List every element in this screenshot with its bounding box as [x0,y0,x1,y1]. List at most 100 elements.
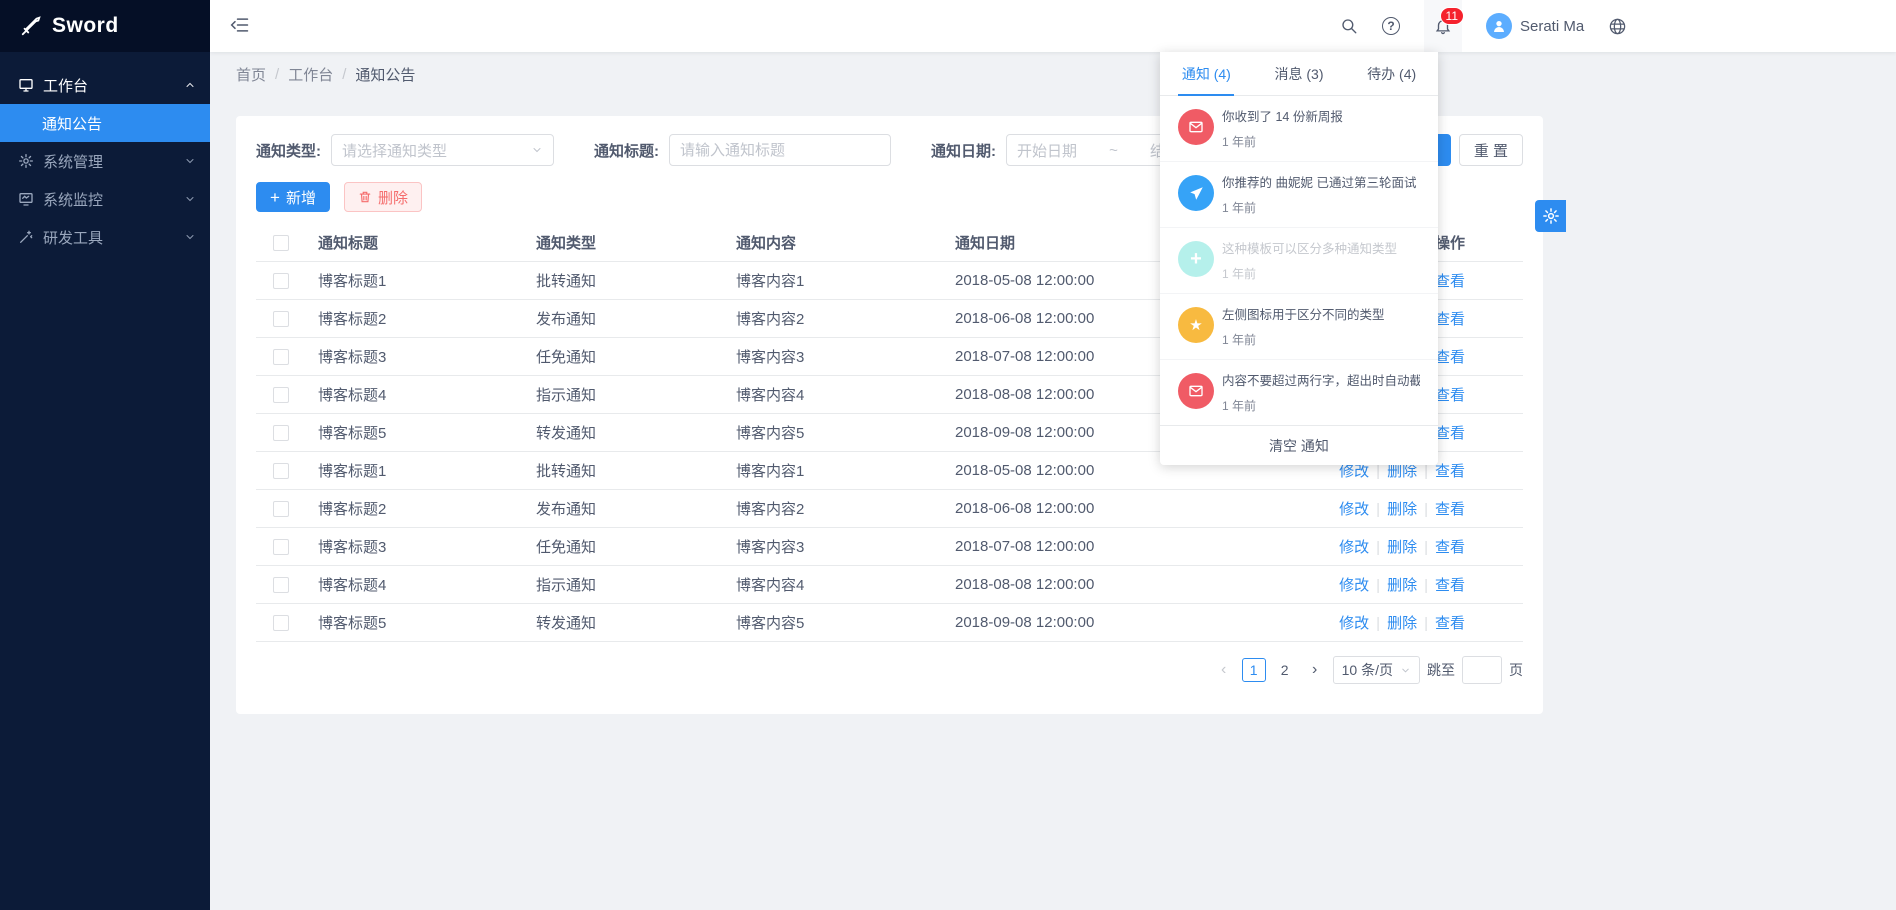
notification-item[interactable]: +这种模板可以区分多种通知类型1 年前 [1160,228,1438,294]
notification-time: 1 年前 [1222,199,1416,216]
row-action-view[interactable]: 查看 [1435,311,1465,328]
star-icon: ★ [1178,307,1214,343]
settings-gear-icon [1542,207,1560,225]
sidebar-item-notice[interactable]: 通知公告 [0,104,210,142]
select-all-checkbox[interactable] [273,235,289,251]
row-action-edit[interactable]: 修改 [1339,577,1369,594]
row-action-edit[interactable]: 修改 [1339,539,1369,556]
notice-type-label: 通知类型: [256,140,321,161]
cell-notice-content: 博客内容5 [724,612,943,633]
action-separator: | [1424,539,1428,556]
row-checkbox[interactable] [273,311,289,327]
row-checkbox[interactable] [273,615,289,631]
row-action-delete[interactable]: 删除 [1387,539,1417,556]
cell-actions: 修改 | 删除 | 查看 [1203,536,1523,557]
row-action-view[interactable]: 查看 [1435,273,1465,290]
notice-title-input[interactable] [669,134,891,166]
add-button[interactable]: + 新增 [256,182,330,212]
row-action-edit[interactable]: 修改 [1339,615,1369,632]
pagination-pages: 12 [1242,658,1297,682]
notification-title: 内容不要超过两行字，超出时自动截断 [1222,373,1420,390]
settings-button[interactable] [1535,200,1566,232]
notice-tab-0[interactable]: 通知 (4) [1160,52,1253,95]
row-action-delete[interactable]: 删除 [1387,501,1417,518]
help-icon[interactable]: ? [1382,17,1400,35]
breadcrumb-workbench[interactable]: 工作台 [288,64,333,85]
notification-title: 你收到了 14 份新周报 [1222,109,1343,126]
user-menu[interactable]: Serati Ma [1486,13,1584,39]
sidebar-menu: 工作台 通知公告 系统管理 系统监控 [0,52,210,256]
notice-type-select[interactable]: 请选择通知类型 [331,134,554,166]
sidebar-item-system-monitor[interactable]: 系统监控 [0,180,210,218]
notification-time: 1 年前 [1222,331,1385,348]
jump-unit: 页 [1509,660,1523,680]
action-separator: | [1424,463,1428,480]
row-checkbox[interactable] [273,501,289,517]
notice-tab-1[interactable]: 消息 (3) [1253,52,1346,95]
row-action-view[interactable]: 查看 [1435,501,1465,518]
row-checkbox[interactable] [273,577,289,593]
row-action-view[interactable]: 查看 [1435,577,1465,594]
row-action-delete[interactable]: 删除 [1387,577,1417,594]
clear-notifications-button[interactable]: 清空 通知 [1160,425,1438,465]
pagination: ‹ 12 › 10 条/页 跳至 页 [256,656,1523,684]
breadcrumb-home[interactable]: 首页 [236,64,266,85]
avatar [1486,13,1512,39]
language-globe-icon[interactable] [1608,17,1627,36]
row-checkbox[interactable] [273,349,289,365]
cell-notice-content: 博客内容1 [724,270,943,291]
cell-notice-title: 博客标题5 [306,612,524,633]
reset-button[interactable]: 重 置 [1459,134,1523,166]
logo-text: Sword [52,14,119,38]
search-icon[interactable] [1340,17,1358,35]
cell-notice-content: 博客内容3 [724,536,943,557]
row-action-view[interactable]: 查看 [1435,387,1465,404]
row-action-delete[interactable]: 删除 [1387,463,1417,480]
row-action-view[interactable]: 查看 [1435,615,1465,632]
action-separator: | [1376,539,1380,556]
row-action-edit[interactable]: 修改 [1339,501,1369,518]
row-action-view[interactable]: 查看 [1435,425,1465,442]
notification-item[interactable]: ★左侧图标用于区分不同的类型1 年前 [1160,294,1438,360]
page-number-1[interactable]: 1 [1242,658,1266,682]
delete-button[interactable]: 删除 [344,182,422,212]
notification-bell[interactable]: 11 [1424,0,1462,52]
row-action-edit[interactable]: 修改 [1339,463,1369,480]
notification-item[interactable]: 你收到了 14 份新周报 1 年前 [1160,96,1438,162]
menu-fold-icon[interactable] [230,15,250,35]
row-checkbox[interactable] [273,273,289,289]
page-number-2[interactable]: 2 [1273,658,1297,682]
header-actions: ? 11 Serati Ma [1340,0,1627,52]
page-size-select[interactable]: 10 条/页 [1333,656,1420,684]
jump-page-input[interactable] [1462,656,1502,684]
action-separator: | [1424,577,1428,594]
next-page-icon[interactable]: › [1304,658,1326,682]
plus-icon: + [1178,241,1214,277]
cell-notice-title: 博客标题5 [306,422,524,443]
row-action-view[interactable]: 查看 [1435,463,1465,480]
notification-item[interactable]: 你推荐的 曲妮妮 已通过第三轮面试1 年前 [1160,162,1438,228]
mail-icon [1178,109,1214,145]
row-action-view[interactable]: 查看 [1435,539,1465,556]
cell-notice-title: 博客标题1 [306,460,524,481]
row-checkbox[interactable] [273,387,289,403]
notification-item[interactable]: 内容不要超过两行字，超出时自动截断1 年前 [1160,360,1438,425]
sidebar-item-workbench[interactable]: 工作台 [0,66,210,104]
table-row: 博客标题5转发通知博客内容52018-09-08 12:00:00修改|删除|查… [256,604,1523,642]
row-checkbox[interactable] [273,539,289,555]
notice-tab-2[interactable]: 待办 (4) [1345,52,1438,95]
notification-time: 1 年前 [1222,133,1343,150]
cell-notice-title: 博客标题4 [306,384,524,405]
prev-page-icon[interactable]: ‹ [1213,658,1235,682]
sidebar-item-dev-tools[interactable]: 研发工具 [0,218,210,256]
logo[interactable]: Sword [0,0,210,52]
cell-notice-type: 任免通知 [524,346,724,367]
row-checkbox[interactable] [273,463,289,479]
row-checkbox[interactable] [273,425,289,441]
row-action-view[interactable]: 查看 [1435,349,1465,366]
top-header: ? 11 Serati Ma [210,0,1896,52]
sidebar: Sword 工作台 通知公告 系统管理 [0,0,210,910]
sidebar-item-system-manage[interactable]: 系统管理 [0,142,210,180]
row-action-delete[interactable]: 删除 [1387,615,1417,632]
notification-badge: 11 [1440,7,1464,25]
